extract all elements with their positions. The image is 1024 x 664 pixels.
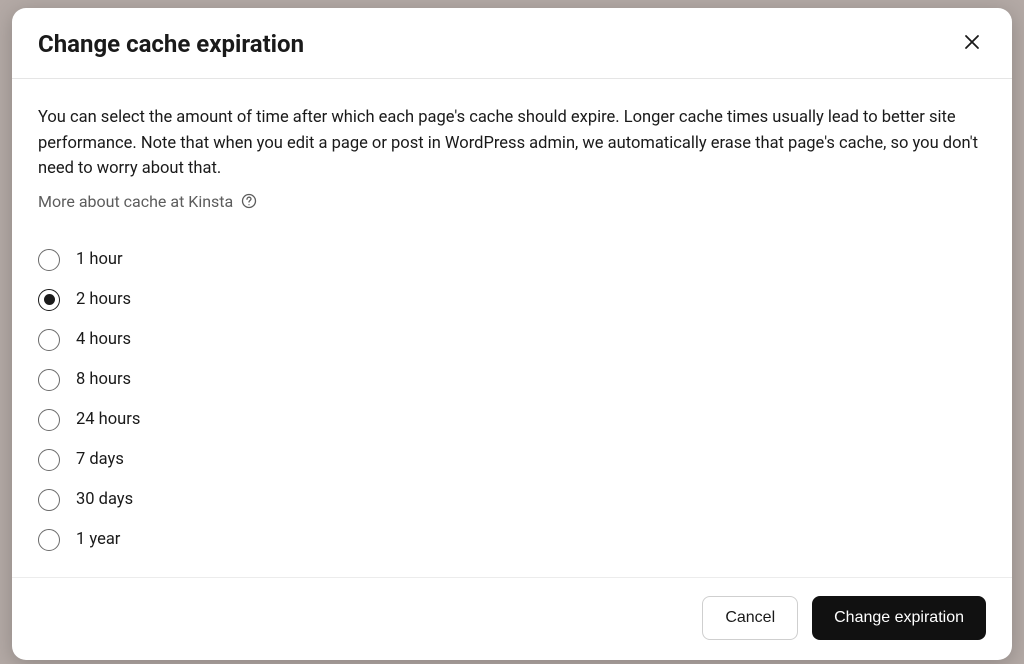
option-label: 30 days [76,490,133,509]
option-label: 24 hours [76,410,140,429]
option-label: 2 hours [76,290,131,309]
close-icon [964,33,980,56]
help-link[interactable]: More about cache at Kinsta [38,192,257,211]
question-circle-icon [241,193,257,209]
change-expiration-button[interactable]: Change expiration [812,596,986,640]
option-24-hours[interactable]: 24 hours [38,409,986,431]
cancel-button[interactable]: Cancel [702,596,798,640]
radio-icon [38,409,60,431]
radio-icon [38,329,60,351]
option-label: 1 hour [76,250,123,269]
close-button[interactable] [958,30,986,58]
radio-icon [38,369,60,391]
option-1-hour[interactable]: 1 hour [38,249,986,271]
option-2-hours[interactable]: 2 hours [38,289,986,311]
option-4-hours[interactable]: 4 hours [38,329,986,351]
option-label: 7 days [76,450,124,469]
option-8-hours[interactable]: 8 hours [38,369,986,391]
modal-description: You can select the amount of time after … [38,105,986,182]
modal-footer: Cancel Change expiration [12,577,1012,660]
radio-icon [38,529,60,551]
radio-icon [38,489,60,511]
option-1-year[interactable]: 1 year [38,529,986,551]
option-label: 1 year [76,530,120,549]
radio-icon [38,249,60,271]
option-30-days[interactable]: 30 days [38,489,986,511]
modal-body: You can select the amount of time after … [12,79,1012,577]
option-label: 8 hours [76,370,131,389]
option-7-days[interactable]: 7 days [38,449,986,471]
radio-group-expiration: 1 hour 2 hours 4 hours 8 hours 24 hours … [38,249,986,551]
radio-icon [38,449,60,471]
modal-header: Change cache expiration [12,8,1012,79]
modal-title: Change cache expiration [38,30,304,58]
modal-change-cache-expiration: Change cache expiration You can select t… [12,8,1012,660]
radio-icon [38,289,60,311]
help-link-text: More about cache at Kinsta [38,192,233,211]
option-label: 4 hours [76,330,131,349]
